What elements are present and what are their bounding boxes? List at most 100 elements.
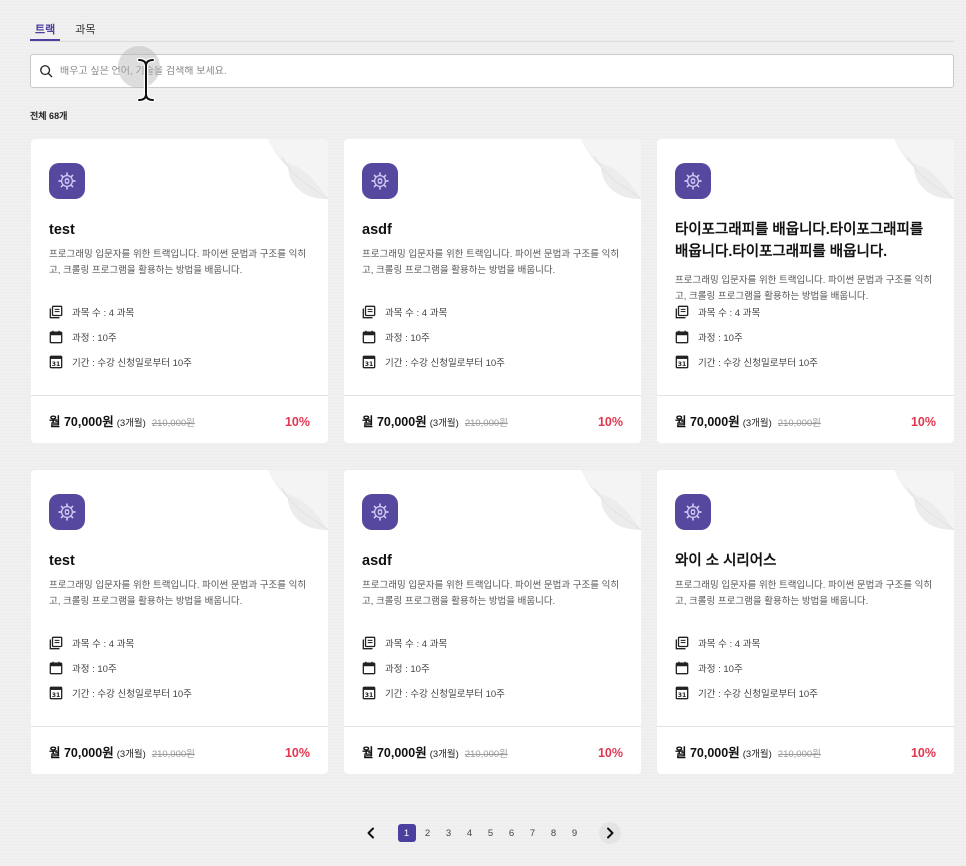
meta-courses: 과목 수 : 4 과목	[49, 636, 134, 650]
price-row: 월 70,000원 (3개월) 210,000원 10%	[49, 742, 310, 761]
page-3-button[interactable]: 3	[440, 824, 458, 842]
search-icon	[40, 65, 53, 78]
price-period: (3개월)	[429, 749, 459, 760]
original-price: 210,000원	[151, 749, 195, 760]
original-price: 210,000원	[151, 418, 195, 429]
duration-label: 과정 : 10주	[698, 664, 743, 675]
next-page-button[interactable]	[599, 822, 621, 844]
original-price: 210,000원	[464, 749, 508, 760]
meta-courses: 과목 수 : 4 과목	[49, 305, 134, 319]
stack-icon	[675, 305, 689, 319]
gear-brain-icon	[58, 503, 76, 521]
search-bar[interactable]	[30, 54, 954, 88]
track-logo	[49, 163, 85, 199]
monthly-price: 월 70,000원	[675, 415, 740, 429]
track-card[interactable]: asdf 프로그래밍 입문자를 위한 트랙입니다. 파이썬 문법과 구조를 익히…	[344, 139, 641, 443]
track-card[interactable]: test 프로그래밍 입문자를 위한 트랙입니다. 파이썬 문법과 구조를 익히…	[31, 139, 328, 443]
page-4-button[interactable]: 4	[461, 824, 479, 842]
tab-subject[interactable]: 과목	[70, 14, 100, 41]
discount-rate: 10%	[284, 415, 310, 429]
stack-icon	[362, 305, 376, 319]
courses-label: 과목 수 : 4 과목	[72, 308, 135, 319]
meta-courses: 과목 수 : 4 과목	[675, 636, 760, 650]
stack-icon	[675, 636, 689, 650]
track-card[interactable]: 와이 소 시리어스 프로그래밍 입문자를 위한 트랙입니다. 파이썬 문법과 구…	[657, 470, 954, 774]
price-row: 월 70,000원 (3개월) 210,000원 10%	[362, 742, 623, 761]
track-card[interactable]: asdf 프로그래밍 입문자를 위한 트랙입니다. 파이썬 문법과 구조를 익히…	[344, 470, 641, 774]
page-curl-decoration	[581, 139, 641, 199]
price-row: 월 70,000원 (3개월) 210,000원 10%	[362, 411, 623, 430]
page-8-button[interactable]: 8	[545, 824, 563, 842]
gear-brain-icon	[371, 172, 389, 190]
meta-period: 31 기간 : 수강 신청일로부터 10주	[49, 355, 192, 369]
page-6-button[interactable]: 6	[503, 824, 521, 842]
price-period: (3개월)	[116, 418, 146, 429]
page-curl-decoration	[268, 139, 328, 199]
card-description: 프로그래밍 입문자를 위한 트랙입니다. 파이썬 문법과 구조를 익히고, 크롤…	[675, 275, 933, 302]
page-7-button[interactable]: 7	[524, 824, 542, 842]
card-divider	[31, 726, 328, 727]
meta-period: 31 기간 : 수강 신청일로부터 10주	[49, 686, 192, 700]
discount-rate: 10%	[910, 746, 936, 760]
card-description: 프로그래밍 입문자를 위한 트랙입니다. 파이썬 문법과 구조를 익히고, 크롤…	[49, 249, 307, 276]
discount-rate: 10%	[910, 415, 936, 429]
card-description: 프로그래밍 입문자를 위한 트랙입니다. 파이썬 문법과 구조를 익히고, 크롤…	[49, 580, 307, 607]
courses-label: 과목 수 : 4 과목	[698, 308, 761, 319]
track-logo	[362, 494, 398, 530]
card-title: test	[49, 553, 75, 569]
courses-label: 과목 수 : 4 과목	[72, 639, 135, 650]
calendar-31-icon: 31	[362, 355, 376, 369]
monthly-price: 월 70,000원	[362, 746, 427, 760]
calendar-31-icon: 31	[49, 355, 63, 369]
price-period: (3개월)	[116, 749, 146, 760]
calendar-31-icon: 31	[362, 686, 376, 700]
svg-text:31: 31	[52, 692, 61, 699]
monthly-price: 월 70,000원	[675, 746, 740, 760]
discount-rate: 10%	[284, 746, 310, 760]
gear-brain-icon	[684, 172, 702, 190]
price-row: 월 70,000원 (3개월) 210,000원 10%	[675, 742, 936, 761]
stack-icon	[362, 636, 376, 650]
prev-page-button[interactable]	[360, 822, 382, 844]
calendar-31-icon: 31	[675, 355, 689, 369]
meta-duration: 과정 : 10주	[49, 330, 117, 344]
meta-period: 31 기간 : 수강 신청일로부터 10주	[675, 355, 818, 369]
meta-period: 31 기간 : 수강 신청일로부터 10주	[362, 686, 505, 700]
track-card[interactable]: 타이포그래피를 배웁니다.타이포그래피를 배웁니다.타이포그래피를 배웁니다. …	[657, 139, 954, 443]
gear-brain-icon	[684, 503, 702, 521]
period-label: 기간 : 수강 신청일로부터 10주	[385, 689, 505, 700]
original-price: 210,000원	[777, 749, 821, 760]
card-description: 프로그래밍 입문자를 위한 트랙입니다. 파이썬 문법과 구조를 익히고, 크롤…	[362, 580, 620, 607]
discount-rate: 10%	[597, 746, 623, 760]
search-input[interactable]	[60, 65, 920, 77]
period-label: 기간 : 수강 신청일로부터 10주	[385, 358, 505, 369]
meta-duration: 과정 : 10주	[49, 661, 117, 675]
page-2-button[interactable]: 2	[419, 824, 437, 842]
card-title: 와이 소 시리어스	[675, 553, 777, 569]
chevron-right-icon	[607, 827, 614, 839]
page-9-button[interactable]: 9	[566, 824, 584, 842]
duration-label: 과정 : 10주	[72, 333, 117, 344]
total-count: 전체 68개	[30, 111, 68, 121]
meta-courses: 과목 수 : 4 과목	[362, 305, 447, 319]
price-period: (3개월)	[742, 418, 772, 429]
meta-courses: 과목 수 : 4 과목	[362, 636, 447, 650]
duration-label: 과정 : 10주	[698, 333, 743, 344]
tab-bar: 트랙 과목	[30, 14, 954, 42]
page-curl-decoration	[894, 139, 954, 199]
original-price: 210,000원	[464, 418, 508, 429]
page-5-button[interactable]: 5	[482, 824, 500, 842]
tab-track[interactable]: 트랙	[30, 14, 61, 41]
calendar-icon	[49, 661, 63, 675]
meta-period: 31 기간 : 수강 신청일로부터 10주	[675, 686, 818, 700]
meta-duration: 과정 : 10주	[362, 661, 430, 675]
meta-duration: 과정 : 10주	[675, 661, 743, 675]
track-card[interactable]: test 프로그래밍 입문자를 위한 트랙입니다. 파이썬 문법과 구조를 익히…	[31, 470, 328, 774]
svg-text:31: 31	[678, 361, 687, 368]
page-curl-decoration	[581, 470, 641, 530]
calendar-icon	[49, 330, 63, 344]
card-divider	[344, 726, 641, 727]
track-logo	[362, 163, 398, 199]
price-row: 월 70,000원 (3개월) 210,000원 10%	[675, 411, 936, 430]
page-1-button[interactable]: 1	[397, 824, 416, 842]
